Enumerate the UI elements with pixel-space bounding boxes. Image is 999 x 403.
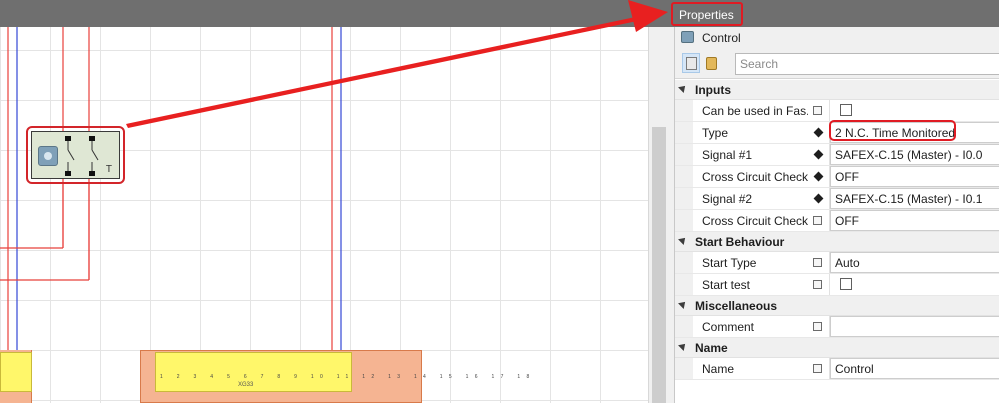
properties-panel: Properties Control Inputs Can be used in … [668, 0, 999, 403]
diamond-icon [813, 171, 824, 182]
category-label: Name [695, 341, 728, 355]
property-grid: Inputs Can be used in Fas... Type 2 N.C. Ti… [675, 80, 999, 380]
property-row[interactable]: Start Type Auto [675, 252, 999, 274]
row-gutter [675, 274, 693, 295]
edit-icon [813, 322, 822, 331]
property-name: Start Type [702, 256, 757, 270]
property-checkbox[interactable] [840, 278, 852, 290]
edit-icon [813, 258, 822, 267]
row-gutter [675, 100, 693, 121]
control-block-icon [38, 146, 58, 166]
row-gutter [675, 252, 693, 273]
property-pages-button[interactable] [702, 53, 720, 73]
category-name[interactable]: Name [675, 338, 999, 358]
terminal-strip-left [0, 352, 32, 392]
property-row[interactable]: Name Control [675, 358, 999, 380]
schematic-canvas[interactable]: 1 2 3 4 5 6 7 8 9 10 11 12 13 14 15 16 1… [0, 0, 668, 403]
row-gutter [675, 122, 693, 143]
property-name: Type [702, 126, 729, 140]
terminal-strip-label: XG33 [238, 382, 254, 388]
property-checkbox[interactable] [840, 104, 852, 116]
column-separator [829, 274, 830, 295]
collapse-arrow-icon[interactable] [678, 299, 688, 309]
property-name: Start test [702, 278, 751, 292]
property-row[interactable]: Type 2 N.C. Time Monitored [675, 120, 999, 144]
category-start-behaviour[interactable]: Start Behaviour [675, 232, 999, 252]
collapse-arrow-icon[interactable] [678, 235, 688, 245]
row-gutter [675, 166, 693, 187]
property-name: Cross Circuit Check [702, 214, 808, 228]
control-block-selection[interactable]: T [26, 126, 125, 184]
property-row[interactable]: Start test [675, 274, 999, 296]
block-type-letter: T [105, 164, 112, 175]
property-name: Cross Circuit Check [702, 170, 808, 184]
column-separator [829, 100, 830, 121]
property-name: Can be used in Fas... [702, 104, 808, 118]
edit-icon [813, 364, 822, 373]
edit-icon [813, 106, 822, 115]
edit-icon [813, 280, 822, 289]
property-row[interactable]: Signal #2 SAFEX-C.15 (Master) - I0.1 [675, 188, 999, 210]
search-input[interactable] [736, 54, 999, 74]
category-label: Inputs [695, 83, 731, 97]
property-pages-icon [706, 57, 717, 70]
categorized-icon [686, 57, 697, 70]
property-row[interactable]: Cross Circuit Check OFF [675, 210, 999, 232]
property-value[interactable]: SAFEX-C.15 (Master) - I0.0 [835, 148, 982, 162]
row-gutter [675, 210, 693, 231]
category-miscellaneous[interactable]: Miscellaneous [675, 296, 999, 316]
property-value[interactable]: Control [835, 362, 874, 376]
type-highlight-annotation [829, 120, 956, 141]
control-object-icon [681, 31, 694, 43]
property-value-field[interactable] [830, 316, 999, 337]
selected-object-row: Control [675, 27, 999, 49]
terminal-strip-xg33 [155, 352, 352, 392]
wiring-layer [0, 27, 342, 352]
title-highlight-annotation [671, 2, 743, 26]
category-inputs[interactable]: Inputs [675, 80, 999, 100]
property-value[interactable]: OFF [835, 170, 859, 184]
categorized-view-button[interactable] [682, 53, 700, 73]
canvas-vertical-scrollbar[interactable] [648, 27, 668, 403]
row-gutter [675, 316, 693, 337]
collapse-arrow-icon[interactable] [678, 83, 688, 93]
property-row[interactable]: Can be used in Fas... [675, 100, 999, 122]
selected-object-name: Control [702, 31, 741, 45]
control-function-block[interactable]: T [31, 131, 120, 179]
property-value[interactable]: SAFEX-C.15 (Master) - I0.1 [835, 192, 982, 206]
property-row[interactable]: Cross Circuit Check OFF [675, 166, 999, 188]
property-value[interactable]: Auto [835, 256, 860, 270]
row-gutter [675, 144, 693, 165]
property-name: Signal #2 [702, 192, 753, 206]
diamond-icon [813, 149, 824, 160]
nc-contacts-symbol [65, 136, 99, 176]
category-label: Miscellaneous [695, 299, 778, 313]
terminal-pin-numbers: 1 2 3 4 5 6 7 8 9 10 11 12 13 14 15 16 1… [160, 374, 536, 380]
canvas-scrollbar-thumb[interactable] [652, 127, 666, 403]
property-value[interactable]: OFF [835, 214, 859, 228]
category-label: Start Behaviour [695, 235, 785, 249]
properties-panel-header: Properties [668, 0, 999, 27]
diamond-icon [813, 193, 824, 204]
edit-icon [813, 216, 822, 225]
collapse-arrow-icon[interactable] [678, 341, 688, 351]
search-field[interactable] [735, 53, 999, 75]
row-gutter [675, 358, 693, 379]
property-name: Name [702, 362, 735, 376]
property-name: Signal #1 [702, 148, 753, 162]
property-name: Comment [702, 320, 755, 334]
properties-toolbar [675, 49, 999, 79]
properties-panel-body: Control Inputs Can be used in Fas... Type2… [674, 27, 999, 403]
row-gutter [675, 188, 693, 209]
diamond-icon [813, 127, 824, 138]
property-row[interactable]: Comment [675, 316, 999, 338]
property-row[interactable]: Signal #1 SAFEX-C.15 (Master) - I0.0 [675, 144, 999, 166]
